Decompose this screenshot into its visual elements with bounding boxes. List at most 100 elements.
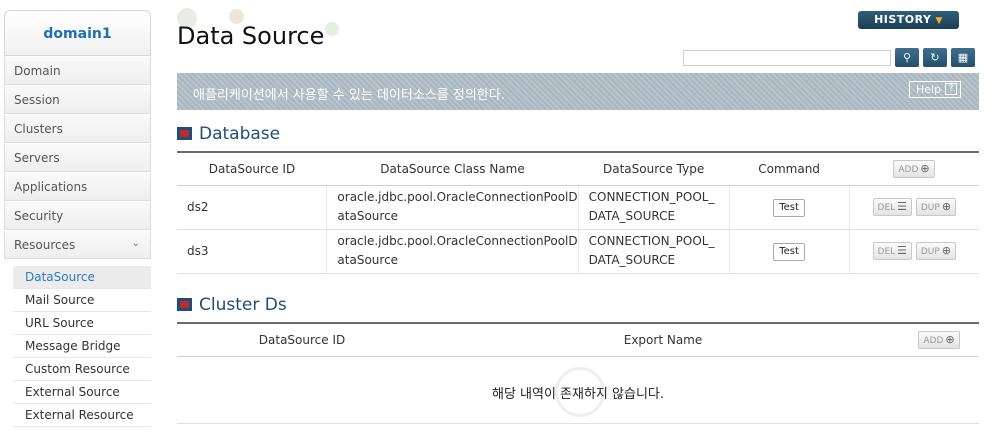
duplicate-button[interactable]: DUP ⊕ (915, 198, 957, 216)
sidebar: domain1 Domain Session Clusters Servers … (0, 0, 155, 436)
class-name-line: ataSource (337, 253, 399, 267)
class-name-line: oracle.jdbc.pool.OracleConnectionPoolD (337, 234, 578, 248)
del-label: DEL (877, 203, 896, 213)
sidebar-item-label: Security (14, 209, 64, 223)
section-marker-icon (177, 298, 192, 311)
datasource-id[interactable]: ds2 (177, 185, 328, 230)
chevron-down-icon: ▼ (935, 16, 943, 26)
command-cell: Test (729, 185, 850, 230)
sidebar-item-label: Resources (14, 238, 76, 252)
plus-icon: ⊕ (920, 161, 930, 175)
type-cell: CONNECTION_POOL_ DATA_SOURCE (578, 185, 730, 230)
table-header-row: DataSource ID Export Name ADD ⊕ (177, 322, 979, 357)
export-excel-button[interactable]: ▦ (951, 48, 975, 67)
dup-label: DUP (920, 247, 940, 257)
add-button[interactable]: ADD ⊕ (893, 159, 935, 178)
datasource-id[interactable]: ds3 (177, 229, 328, 274)
divider (177, 423, 979, 424)
help-button[interactable]: Help ? (909, 81, 961, 98)
banner-text: 애플리케이션에서 사용할 수 있는 데이터소스를 정의한다. (193, 88, 505, 103)
submenu-item-mail-source[interactable]: Mail Source (13, 289, 151, 312)
class-name-line: ataSource (337, 209, 399, 223)
section-title-text: Cluster Ds (199, 295, 287, 315)
plus-icon: ⊕ (941, 244, 952, 257)
sidebar-item-label: Session (14, 93, 60, 107)
page-title: Data Source (177, 22, 325, 50)
submenu-item-custom-resource[interactable]: Custom Resource (13, 358, 151, 381)
submenu-item-external-source[interactable]: External Source (13, 381, 151, 404)
add-label: ADD (898, 164, 919, 175)
command-cell: Test (729, 229, 850, 274)
class-name-cell: oracle.jdbc.pool.OracleConnectionPoolD at… (326, 185, 579, 230)
question-icon: ? (945, 83, 957, 95)
delete-button[interactable]: DEL ☰ (872, 242, 913, 260)
test-button[interactable]: Test (773, 243, 805, 261)
sidebar-item-label: Servers (14, 151, 60, 165)
domain-header[interactable]: domain1 (4, 10, 151, 56)
sidebar-item-security[interactable]: Security (4, 202, 151, 230)
actions-cell: DEL ☰ DUP ⊕ (849, 185, 979, 230)
column-header: DataSource ID (177, 151, 327, 186)
chevron-down-icon: ⌄ (131, 238, 140, 249)
empty-message: 해당 내역이 존재하지 않습니다. (491, 387, 664, 402)
help-label: Help (916, 83, 942, 96)
sidebar-item-label: Applications (14, 180, 88, 194)
sidebar-item-label: Clusters (14, 122, 63, 136)
plus-icon: ⊕ (945, 332, 955, 346)
del-label: DEL (877, 247, 896, 257)
domain-name: domain1 (43, 26, 112, 42)
submenu-item-external-resource[interactable]: External Resource (13, 404, 151, 427)
database-section-title: Database (177, 124, 280, 144)
plus-icon: ⊕ (941, 200, 952, 213)
class-name-cell: oracle.jdbc.pool.OracleConnectionPoolD at… (326, 229, 579, 274)
history-button[interactable]: HISTORY ▼ (858, 11, 959, 29)
add-button[interactable]: ADD ⊕ (918, 330, 960, 349)
submenu-item-url-source[interactable]: URL Source (13, 312, 151, 335)
delete-button[interactable]: DEL ☰ (872, 198, 913, 216)
resources-submenu: DataSource Mail Source URL Source Messag… (13, 266, 151, 427)
refresh-icon: ↻ (930, 51, 940, 64)
type-line: CONNECTION_POOL_ (588, 234, 715, 248)
column-header: DataSource Class Name (326, 151, 579, 186)
sidebar-item-servers[interactable]: Servers (4, 144, 151, 172)
sidebar-item-resources[interactable]: Resources ⌄ (4, 231, 151, 259)
sidebar-item-session[interactable]: Session (4, 86, 151, 114)
type-line: DATA_SOURCE (588, 209, 676, 223)
delete-icon: ☰ (897, 200, 908, 213)
search-input[interactable] (683, 50, 891, 66)
search-icon: ⚲ (902, 51, 912, 64)
test-button[interactable]: Test (773, 199, 805, 217)
column-header: Export Name (427, 322, 899, 357)
duplicate-button[interactable]: DUP ⊕ (915, 242, 957, 260)
submenu-item-message-bridge[interactable]: Message Bridge (13, 335, 151, 358)
search-button[interactable]: ⚲ (895, 48, 919, 67)
type-line: DATA_SOURCE (588, 253, 676, 267)
cluster-ds-table: DataSource ID Export Name ADD ⊕ (177, 322, 979, 357)
column-header: DataSource Type (578, 151, 730, 186)
actions-cell: DEL ☰ DUP ⊕ (849, 229, 979, 274)
section-marker-icon (177, 127, 192, 140)
dup-label: DUP (920, 203, 940, 213)
cluster-ds-section-title: Cluster Ds (177, 295, 287, 315)
add-label: ADD (923, 335, 944, 346)
type-cell: CONNECTION_POOL_ DATA_SOURCE (578, 229, 730, 274)
class-name-line: oracle.jdbc.pool.OracleConnectionPoolD (337, 190, 578, 204)
column-header: DataSource ID (177, 322, 427, 357)
refresh-button[interactable]: ↻ (923, 48, 947, 67)
history-label: HISTORY (874, 13, 932, 26)
sidebar-item-clusters[interactable]: Clusters (4, 115, 151, 143)
type-line: CONNECTION_POOL_ (588, 190, 715, 204)
table-row: ds2 oracle.jdbc.pool.OracleConnectionPoo… (177, 185, 979, 230)
submenu-item-datasource[interactable]: DataSource (13, 266, 151, 289)
column-header: Command (729, 151, 850, 186)
add-cell: ADD ⊕ (899, 322, 979, 357)
main-content: Data Source HISTORY ▼ ⚲ ↻ ▦ 애플리케이션에서 사용할 … (177, 0, 979, 436)
description-banner: 애플리케이션에서 사용할 수 있는 데이터소스를 정의한다. Help ? (177, 73, 979, 110)
delete-icon: ☰ (897, 244, 908, 257)
sidebar-item-domain[interactable]: Domain (4, 57, 151, 85)
sidebar-item-applications[interactable]: Applications (4, 173, 151, 201)
decor-circle (325, 22, 339, 36)
add-cell: ADD ⊕ (849, 151, 979, 186)
sidebar-item-label: Domain (14, 64, 61, 78)
table-header-row: DataSource ID DataSource Class Name Data… (177, 151, 979, 186)
